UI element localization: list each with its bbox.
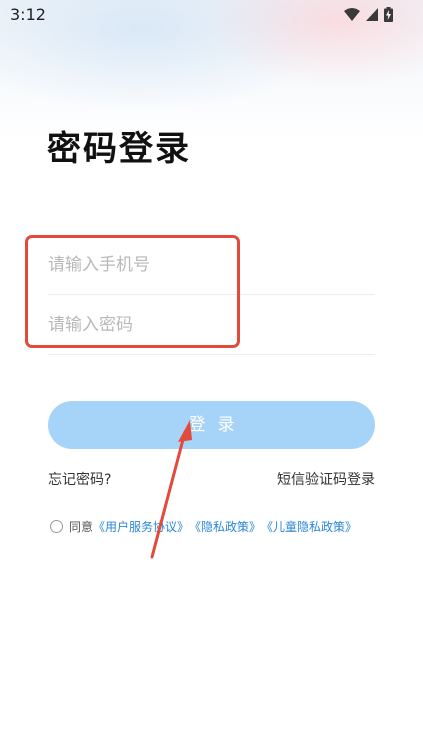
forgot-password-link[interactable]: 忘记密码? — [48, 469, 111, 489]
login-button[interactable]: 登录 — [48, 401, 375, 449]
battery-charging-icon — [384, 7, 393, 22]
wifi-icon — [344, 7, 360, 21]
agreement-prefix: 同意 — [69, 520, 94, 534]
privacy-policy-link[interactable]: 《隐私政策》 — [189, 518, 261, 535]
user-agreement-link[interactable]: 《用户服务协议》 — [93, 518, 189, 535]
status-icons — [344, 7, 393, 22]
status-time: 3:12 — [10, 5, 46, 24]
page-title: 密码登录 — [47, 129, 191, 169]
agreement-row: 同意 《用户服务协议》 《隐私政策》 《儿童隐私政策》 — [50, 518, 357, 535]
annotation-highlight-box — [25, 235, 240, 348]
children-privacy-link[interactable]: 《儿童隐私政策》 — [261, 518, 357, 535]
agreement-checkbox[interactable] — [50, 520, 63, 533]
status-bar: 3:12 — [0, 0, 423, 30]
signal-icon — [366, 7, 378, 21]
sms-login-link[interactable]: 短信验证码登录 — [277, 469, 375, 489]
